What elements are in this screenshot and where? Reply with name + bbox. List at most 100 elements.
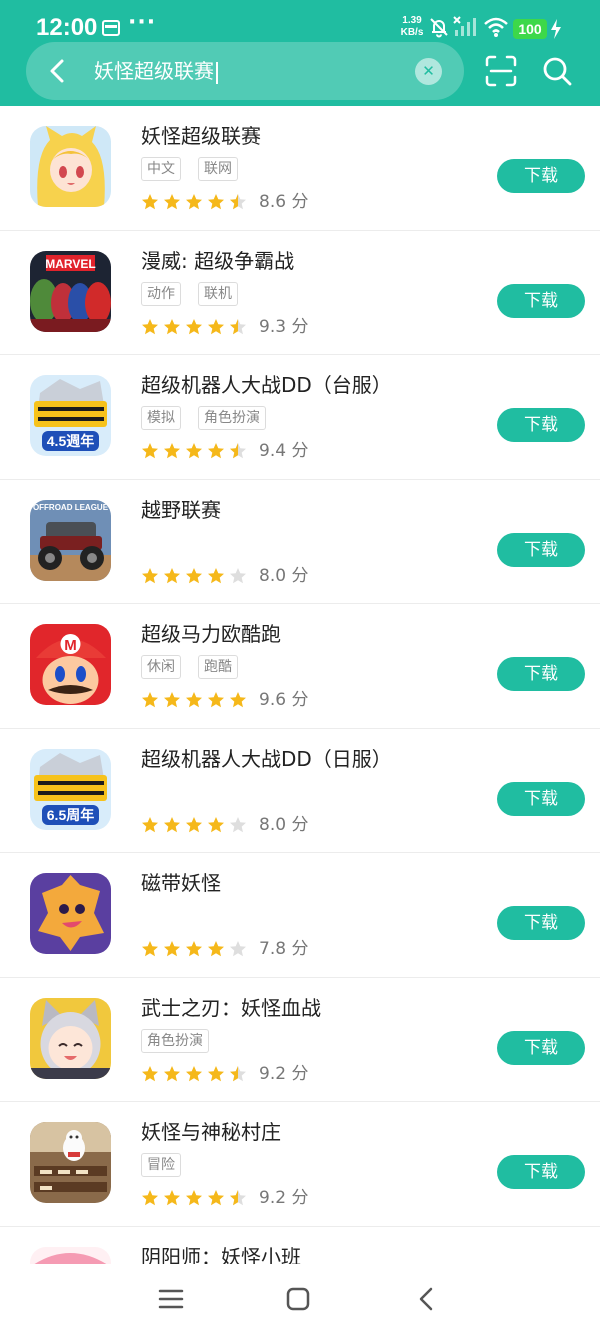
robot-anniversary-icon[interactable]: 6.5周年: [30, 748, 111, 830]
star-full-icon: [186, 1190, 202, 1206]
star-half-icon: [230, 194, 246, 210]
svg-text:6.5周年: 6.5周年: [47, 807, 94, 823]
pink-chibi-icon[interactable]: [30, 1246, 111, 1264]
star-half-icon: [230, 443, 246, 459]
menu-icon[interactable]: [156, 1284, 186, 1314]
rating-score: 8.0 分: [259, 814, 309, 835]
star-full-icon: [164, 816, 180, 832]
star-full-icon: [208, 692, 224, 708]
star-full-icon: [230, 692, 246, 708]
app-list-item[interactable]: 阴阳师：妖怪小班: [0, 1227, 600, 1265]
clear-search-icon[interactable]: ✕: [415, 58, 442, 85]
app-rating: 9.2 分: [141, 1062, 308, 1086]
app-tag: 冒险: [141, 1153, 181, 1177]
app-name[interactable]: 武士之刃：妖怪血战: [141, 994, 321, 1022]
app-tag: 跑酷: [198, 655, 238, 679]
app-rating: 8.0 分: [141, 564, 308, 588]
app-list-item[interactable]: 妖怪超级联赛 中文 联网 8.6 分 下载: [0, 106, 600, 231]
star-full-icon: [164, 1065, 180, 1081]
download-button[interactable]: 下载: [497, 159, 585, 193]
calendar-icon: [102, 20, 120, 36]
star-full-icon: [208, 816, 224, 832]
back-icon[interactable]: [412, 1284, 442, 1314]
download-button[interactable]: 下载: [497, 532, 585, 567]
app-name[interactable]: 超级马力欧酷跑: [141, 620, 281, 648]
search-input[interactable]: 妖怪超级联赛: [94, 57, 218, 85]
download-button[interactable]: 下载: [497, 1030, 585, 1065]
download-button[interactable]: 下载: [497, 781, 585, 816]
cassette-monster-icon[interactable]: [30, 873, 111, 954]
download-button[interactable]: 下载: [497, 906, 585, 940]
download-button[interactable]: 下载: [497, 657, 585, 691]
app-list-item[interactable]: M 超级马力欧酷跑 休闲 跑酷 9.6 分 下载: [0, 604, 600, 729]
system-navigation-bar: [0, 1264, 600, 1333]
back-arrow-icon[interactable]: [40, 53, 76, 89]
wifi-icon: [484, 17, 508, 37]
app-tags: 冒险: [141, 1153, 181, 1177]
download-button[interactable]: 下载: [497, 408, 585, 442]
app-list-item[interactable]: 武士之刃：妖怪血战 角色扮演 9.2 分 下载: [0, 978, 600, 1102]
app-name[interactable]: 阴阳师：妖怪小班: [141, 1243, 301, 1265]
svg-text:MARVEL: MARVEL: [45, 257, 95, 271]
app-list-item[interactable]: 6.5周年 超级机器人大战DD（日服） 8.0 分 下载: [0, 729, 600, 853]
star-full-icon: [186, 1065, 202, 1081]
network-speed: 1.39 KB/s: [398, 15, 426, 39]
app-list-item[interactable]: OFFROAD LEAGUE 越野联赛 8.0 分 下载: [0, 480, 600, 604]
app-tag: 角色扮演: [198, 406, 266, 430]
star-empty-icon: [230, 816, 246, 832]
star-full-icon: [142, 194, 158, 210]
lucky-cat-shop-icon[interactable]: [30, 1122, 111, 1203]
app-tag: 联机: [198, 281, 238, 306]
star-full-icon: [208, 443, 224, 459]
star-full-icon: [186, 443, 202, 459]
text-cursor: [216, 61, 218, 84]
star-half-icon: [230, 318, 246, 334]
download-button[interactable]: 下载: [497, 1155, 585, 1189]
anime-girl-icon[interactable]: [30, 126, 111, 207]
app-tags: 角色扮演: [141, 1028, 209, 1053]
app-rating: 9.3 分: [141, 315, 308, 339]
star-full-icon: [164, 443, 180, 459]
app-name[interactable]: 超级机器人大战DD（日服）: [141, 745, 392, 773]
app-name[interactable]: 越野联赛: [141, 496, 221, 524]
rating-stars: [141, 193, 247, 211]
app-list-item[interactable]: 妖怪与神秘村庄 冒险 9.2 分 下载: [0, 1102, 600, 1227]
rating-score: 8.0 分: [259, 565, 309, 586]
app-name[interactable]: 磁带妖怪: [141, 869, 221, 897]
offroad-truck-icon[interactable]: OFFROAD LEAGUE: [30, 499, 111, 581]
scan-icon[interactable]: [484, 54, 518, 88]
network-speed-unit: KB/s: [400, 27, 424, 38]
status-time: 12:00: [36, 14, 98, 41]
marvel-heroes-icon[interactable]: MARVEL: [30, 250, 111, 332]
cat-ear-girl-icon[interactable]: [30, 997, 111, 1079]
app-name[interactable]: 超级机器人大战DD（台服）: [141, 371, 392, 399]
mario-icon[interactable]: M: [30, 624, 111, 705]
search-results-list[interactable]: 妖怪超级联赛 中文 联网 8.6 分 下载 MARVEL 漫威: 超级争霸战 动作 联机…: [0, 106, 600, 1264]
app-tags: 模拟 角色扮演: [141, 406, 266, 430]
star-full-icon: [208, 318, 224, 334]
star-full-icon: [164, 194, 180, 210]
app-name[interactable]: 妖怪超级联赛: [141, 122, 261, 150]
charging-icon: [551, 19, 561, 39]
app-list-item[interactable]: MARVEL 漫威: 超级争霸战 动作 联机 9.3 分 下载: [0, 231, 600, 355]
app-list-item[interactable]: 磁带妖怪 7.8 分 下载: [0, 853, 600, 978]
rating-score: 9.4 分: [259, 441, 309, 461]
star-full-icon: [186, 941, 202, 957]
star-empty-icon: [230, 941, 246, 957]
star-full-icon: [142, 816, 158, 832]
star-full-icon: [186, 194, 202, 210]
download-button[interactable]: 下载: [497, 283, 585, 318]
app-list-item[interactable]: 4.5週年 超级机器人大战DD（台服） 模拟 角色扮演 9.4 分 下载: [0, 355, 600, 480]
rating-stars: [141, 318, 247, 336]
home-icon[interactable]: [283, 1284, 313, 1314]
search-icon[interactable]: [540, 54, 574, 88]
app-tag: 中文: [141, 157, 181, 181]
app-tag: 模拟: [141, 406, 181, 430]
robot-anniversary-icon[interactable]: 4.5週年: [30, 375, 111, 456]
app-name[interactable]: 漫威: 超级争霸战: [141, 247, 294, 275]
search-bar[interactable]: 妖怪超级联赛 ✕: [26, 42, 464, 100]
app-rating: 7.8 分: [141, 937, 308, 961]
rating-score: 9.6 分: [259, 690, 309, 710]
rating-stars: [141, 691, 247, 709]
app-name[interactable]: 妖怪与神秘村庄: [141, 1118, 281, 1146]
